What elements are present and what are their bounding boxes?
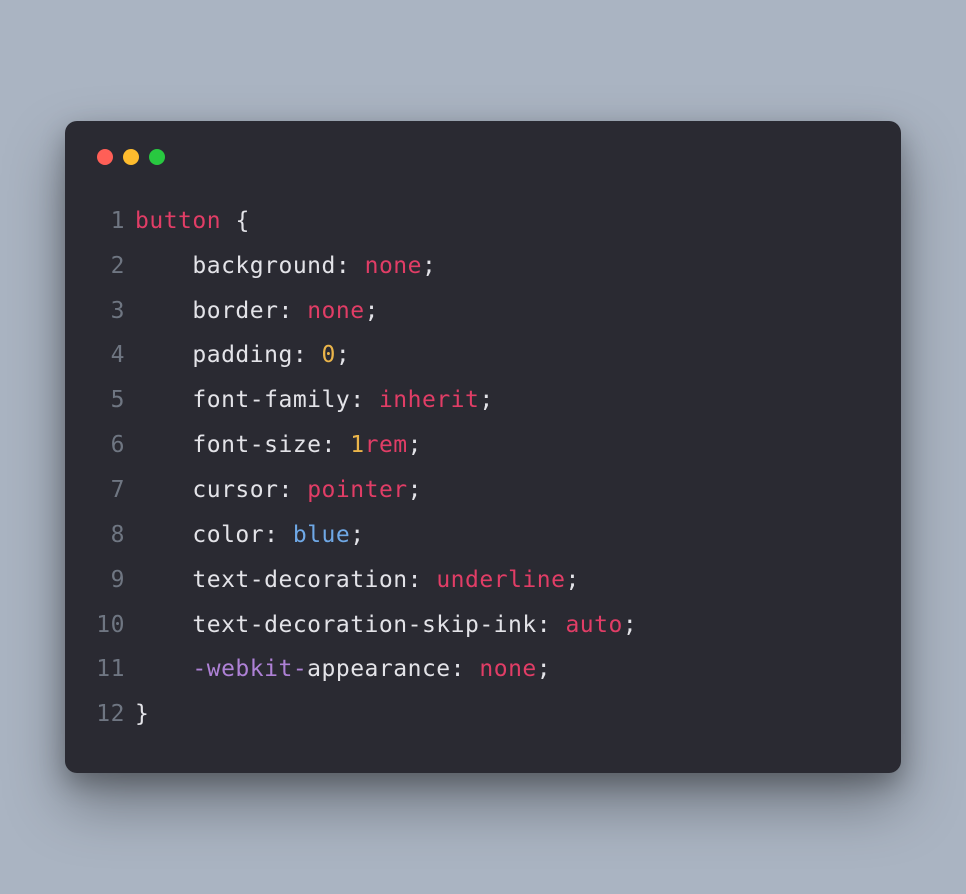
- code-token: ;: [565, 567, 579, 593]
- line-number: 1: [91, 199, 135, 244]
- line-number: 3: [91, 289, 135, 334]
- code-token: [350, 253, 364, 279]
- code-token: none: [479, 656, 536, 682]
- code-token: font-size: [135, 432, 322, 458]
- code-token: [551, 612, 565, 638]
- maximize-icon[interactable]: [149, 149, 165, 165]
- code-token: border: [135, 298, 278, 324]
- close-icon[interactable]: [97, 149, 113, 165]
- code-line: 3 border: none;: [91, 289, 865, 334]
- code-token: ;: [336, 342, 350, 368]
- code-token: appearance: [307, 656, 450, 682]
- code-token: ;: [408, 477, 422, 503]
- code-token: [365, 387, 379, 413]
- code-token: :: [451, 656, 465, 682]
- window-titlebar: [91, 147, 865, 199]
- code-token: blue: [293, 522, 350, 548]
- code-token: padding: [135, 342, 293, 368]
- code-token: none: [365, 253, 422, 279]
- code-line: 5 font-family: inherit;: [91, 378, 865, 423]
- code-token: none: [307, 298, 364, 324]
- code-line: 2 background: none;: [91, 244, 865, 289]
- code-token: {: [235, 208, 249, 234]
- code-token: ;: [422, 253, 436, 279]
- line-content: button {: [135, 199, 865, 244]
- code-token: ;: [623, 612, 637, 638]
- code-token: [135, 656, 192, 682]
- code-token: ;: [408, 432, 422, 458]
- code-token: auto: [565, 612, 622, 638]
- line-number: 12: [91, 692, 135, 737]
- code-token: [336, 432, 350, 458]
- line-number: 5: [91, 378, 135, 423]
- code-token: 0: [322, 342, 336, 368]
- code-token: :: [336, 253, 350, 279]
- code-token: :: [537, 612, 551, 638]
- line-number: 9: [91, 558, 135, 603]
- code-token: underline: [436, 567, 565, 593]
- line-number: 8: [91, 513, 135, 558]
- code-token: :: [293, 342, 307, 368]
- line-content: -webkit-appearance: none;: [135, 647, 865, 692]
- line-content: padding: 0;: [135, 333, 865, 378]
- code-line: 8 color: blue;: [91, 513, 865, 558]
- code-token: rem: [365, 432, 408, 458]
- code-token: text-decoration: [135, 567, 408, 593]
- code-token: text-decoration-skip-ink: [135, 612, 537, 638]
- minimize-icon[interactable]: [123, 149, 139, 165]
- line-number: 4: [91, 333, 135, 378]
- code-token: background: [135, 253, 336, 279]
- code-token: :: [278, 477, 292, 503]
- code-token: [278, 522, 292, 548]
- code-token: ;: [479, 387, 493, 413]
- code-token: [293, 477, 307, 503]
- line-content: cursor: pointer;: [135, 468, 865, 513]
- line-content: text-decoration: underline;: [135, 558, 865, 603]
- line-number: 2: [91, 244, 135, 289]
- code-token: :: [264, 522, 278, 548]
- line-content: border: none;: [135, 289, 865, 334]
- code-token: :: [408, 567, 422, 593]
- code-token: :: [322, 432, 336, 458]
- code-token: [221, 208, 235, 234]
- code-token: cursor: [135, 477, 278, 503]
- line-content: text-decoration-skip-ink: auto;: [135, 603, 865, 648]
- code-line: 10 text-decoration-skip-ink: auto;: [91, 603, 865, 648]
- code-token: inherit: [379, 387, 479, 413]
- code-token: -webkit-: [192, 656, 307, 682]
- line-content: }: [135, 692, 865, 737]
- code-line: 6 font-size: 1rem;: [91, 423, 865, 468]
- line-number: 6: [91, 423, 135, 468]
- code-token: ;: [365, 298, 379, 324]
- code-token: [465, 656, 479, 682]
- line-number: 7: [91, 468, 135, 513]
- line-content: font-size: 1rem;: [135, 423, 865, 468]
- line-number: 11: [91, 647, 135, 692]
- code-token: }: [135, 701, 149, 727]
- code-window: 1button {2 background: none;3 border: no…: [65, 121, 901, 773]
- code-token: [422, 567, 436, 593]
- code-token: button: [135, 208, 221, 234]
- code-token: :: [278, 298, 292, 324]
- code-token: [293, 298, 307, 324]
- code-line: 1button {: [91, 199, 865, 244]
- code-line: 12}: [91, 692, 865, 737]
- line-content: font-family: inherit;: [135, 378, 865, 423]
- code-token: ;: [537, 656, 551, 682]
- code-token: 1: [350, 432, 364, 458]
- line-content: color: blue;: [135, 513, 865, 558]
- line-content: background: none;: [135, 244, 865, 289]
- code-line: 7 cursor: pointer;: [91, 468, 865, 513]
- code-line: 9 text-decoration: underline;: [91, 558, 865, 603]
- code-token: color: [135, 522, 264, 548]
- code-block: 1button {2 background: none;3 border: no…: [91, 199, 865, 737]
- line-number: 10: [91, 603, 135, 648]
- code-token: font-family: [135, 387, 350, 413]
- code-line: 11 -webkit-appearance: none;: [91, 647, 865, 692]
- code-token: ;: [350, 522, 364, 548]
- code-token: pointer: [307, 477, 407, 503]
- code-token: :: [350, 387, 364, 413]
- code-line: 4 padding: 0;: [91, 333, 865, 378]
- code-token: [307, 342, 321, 368]
